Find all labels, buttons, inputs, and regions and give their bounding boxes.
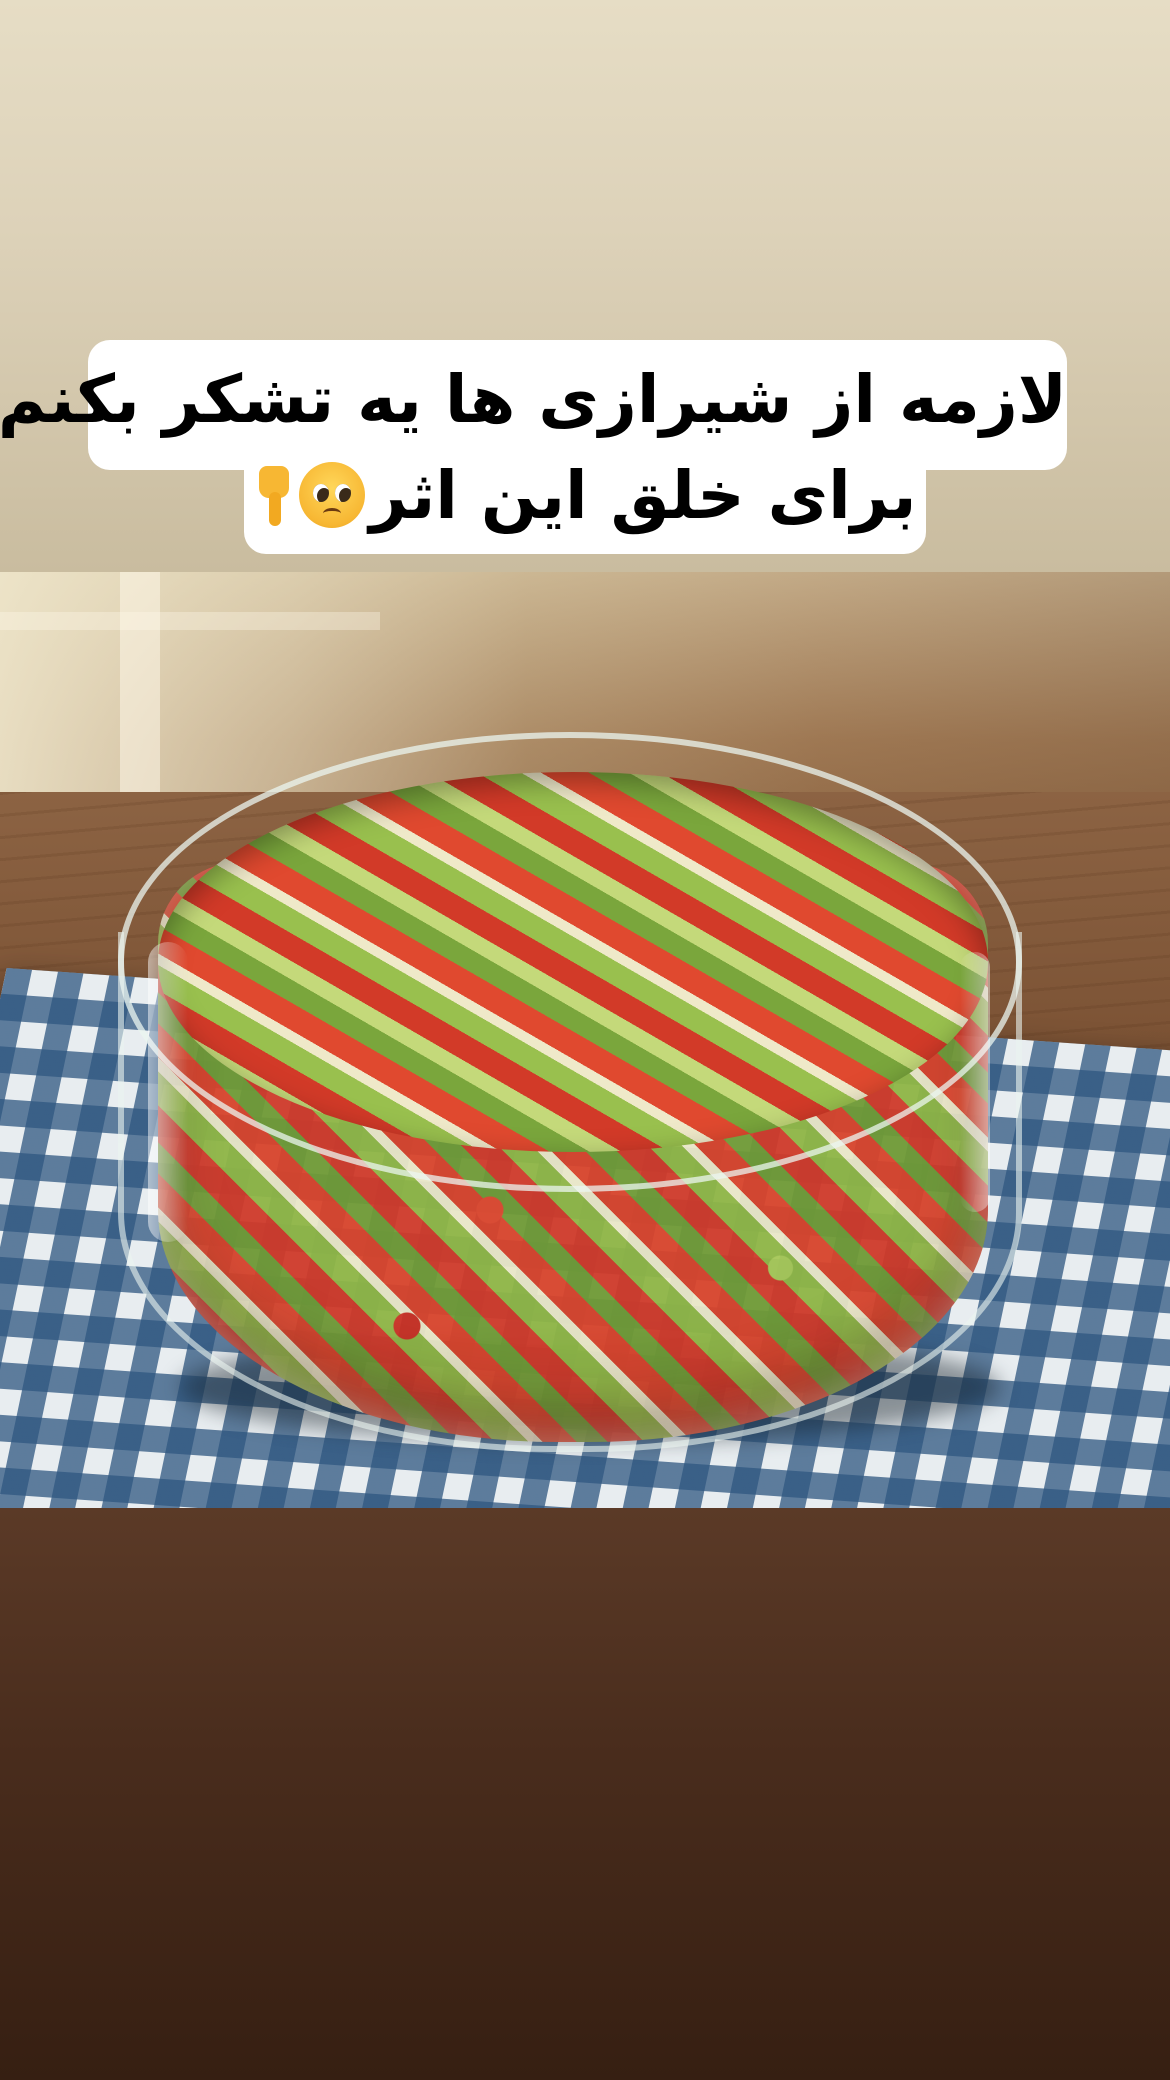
glass-highlight-right	[960, 952, 990, 1212]
window-frame-horizontal	[0, 612, 380, 630]
caption-line-2: برای خلق این اثر	[244, 446, 926, 554]
caption-line-2-text: برای خلق این اثر	[369, 457, 917, 534]
shirazi-salad-photo	[0, 572, 1170, 1508]
glass-highlight-left	[148, 942, 188, 1242]
glass-bowl	[118, 732, 1030, 1452]
pleading-face-emoji-icon	[299, 462, 366, 528]
pointing-down-emoji-icon	[257, 466, 291, 526]
bowl-rim	[118, 732, 1022, 1192]
caption-line-1-text: لازمه از شیرازی ها یه تشکر بکنم	[0, 361, 1067, 438]
bottom-background	[0, 1508, 1170, 2080]
